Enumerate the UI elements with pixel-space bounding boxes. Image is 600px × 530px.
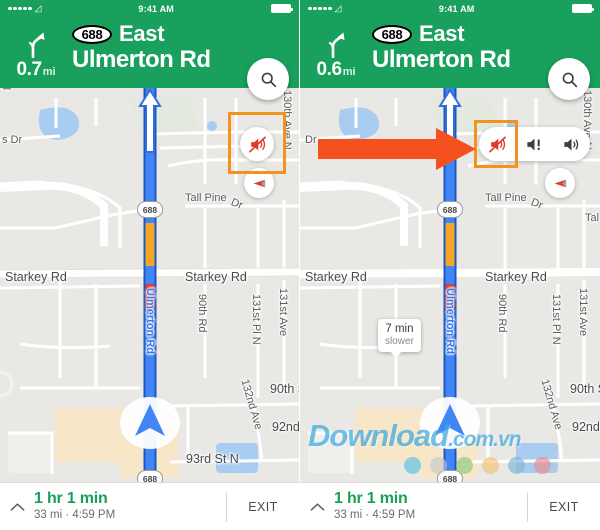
eta-duration: 1 hr 1 min bbox=[34, 490, 226, 508]
expand-trip-button[interactable] bbox=[300, 502, 334, 512]
expand-trip-button[interactable] bbox=[0, 502, 34, 512]
callout-label: slower bbox=[385, 335, 414, 347]
sound-option-muted[interactable] bbox=[479, 127, 516, 161]
panel-after: ◿ 9:41 AM 0.6 mi 688 East Ulmerton Rd 68… bbox=[300, 0, 600, 530]
status-bar: ◿ 9:41 AM bbox=[300, 0, 600, 17]
distance-unit: mi bbox=[42, 65, 56, 78]
sound-option-alerts-only[interactable] bbox=[516, 127, 553, 161]
turn-instruction: 0.7 mi bbox=[0, 20, 72, 88]
highway-shield: 688 bbox=[372, 24, 412, 44]
recenter-arrow-icon bbox=[252, 179, 265, 187]
trip-details: 33 mi · 4:59 PM bbox=[334, 509, 416, 522]
turn-instruction: 0.6 mi bbox=[300, 20, 372, 88]
search-icon bbox=[562, 72, 577, 87]
search-icon bbox=[261, 72, 276, 87]
direction-label: East bbox=[419, 21, 465, 46]
speaker-alerts-icon bbox=[527, 138, 540, 150]
trip-summary: 1 hr 1 min 33 mi · 4:59 PM bbox=[334, 490, 527, 523]
panel-before: ◿ 9:41 AM 0.7 mi 688 East Ulmerton Rd 68… bbox=[0, 0, 300, 530]
recenter-arrow-icon bbox=[553, 179, 566, 187]
distance-unit: mi bbox=[342, 65, 356, 78]
eta-hours: 1 hr bbox=[334, 489, 363, 507]
direction-label: East bbox=[119, 21, 165, 46]
speaker-muted-icon bbox=[489, 136, 506, 152]
bottom-trip-bar-before: 1 hr 1 min 33 mi · 4:59 PM EXIT bbox=[0, 482, 299, 530]
wifi-icon: ◿ bbox=[334, 3, 342, 13]
eta-hours: 1 hr bbox=[34, 489, 63, 507]
signal-dots-icon bbox=[308, 6, 332, 11]
highway-shield: 688 bbox=[72, 24, 112, 44]
distance-value: 0.7 bbox=[16, 58, 42, 80]
sound-option-unmuted[interactable] bbox=[553, 127, 590, 161]
chevron-up-icon bbox=[10, 502, 24, 511]
callout-duration: 7 min bbox=[385, 323, 414, 335]
speaker-muted-icon bbox=[248, 136, 266, 152]
status-bar: ◿ 9:41 AM bbox=[0, 0, 299, 17]
route-shield-688: 688 bbox=[437, 201, 463, 218]
recenter-button[interactable] bbox=[244, 168, 274, 198]
slight-right-turn-icon bbox=[328, 32, 345, 58]
recenter-button[interactable] bbox=[545, 168, 575, 198]
eta-minutes: 1 min bbox=[66, 489, 108, 507]
status-bar-time: 9:41 AM bbox=[138, 3, 174, 14]
route-shield-688-lower: 688 bbox=[137, 470, 163, 482]
chevron-up-icon bbox=[310, 502, 324, 511]
battery-full-icon bbox=[572, 4, 594, 13]
route-shield-688-lower: 688 bbox=[437, 470, 463, 482]
annotation-arrow-icon bbox=[318, 128, 476, 170]
eta-duration: 1 hr 1 min bbox=[334, 490, 527, 508]
distance-to-turn: 0.7 mi bbox=[16, 59, 55, 81]
eta-minutes: 1 min bbox=[366, 489, 408, 507]
status-bar-left: ◿ bbox=[308, 4, 341, 13]
search-button[interactable] bbox=[247, 58, 289, 100]
speaker-on-icon bbox=[564, 138, 579, 150]
status-bar-time: 9:41 AM bbox=[438, 3, 475, 14]
trip-summary: 1 hr 1 min 33 mi · 4:59 PM bbox=[34, 490, 226, 523]
distance-to-turn: 0.6 mi bbox=[316, 59, 355, 81]
sound-toggle-button[interactable] bbox=[240, 127, 274, 161]
trip-details: 33 mi · 4:59 PM bbox=[34, 509, 116, 522]
wifi-icon: ◿ bbox=[34, 3, 42, 13]
status-bar-left: ◿ bbox=[8, 4, 41, 13]
signal-dots-icon bbox=[8, 6, 32, 11]
search-button[interactable] bbox=[548, 58, 590, 100]
traffic-callout: 7 min slower bbox=[378, 319, 421, 359]
sound-options-group[interactable] bbox=[479, 127, 590, 161]
route-shield-688: 688 bbox=[137, 201, 163, 218]
exit-button[interactable]: EXIT bbox=[528, 500, 600, 514]
comparison-screenshot: ◿ 9:41 AM 0.7 mi 688 East Ulmerton Rd 68… bbox=[0, 0, 600, 530]
bottom-trip-bar-after: 1 hr 1 min 33 mi · 4:59 PM EXIT bbox=[300, 482, 600, 530]
battery-full-icon bbox=[271, 4, 293, 13]
slight-right-turn-icon bbox=[28, 32, 45, 58]
exit-button[interactable]: EXIT bbox=[227, 500, 299, 514]
distance-value: 0.6 bbox=[316, 58, 342, 80]
